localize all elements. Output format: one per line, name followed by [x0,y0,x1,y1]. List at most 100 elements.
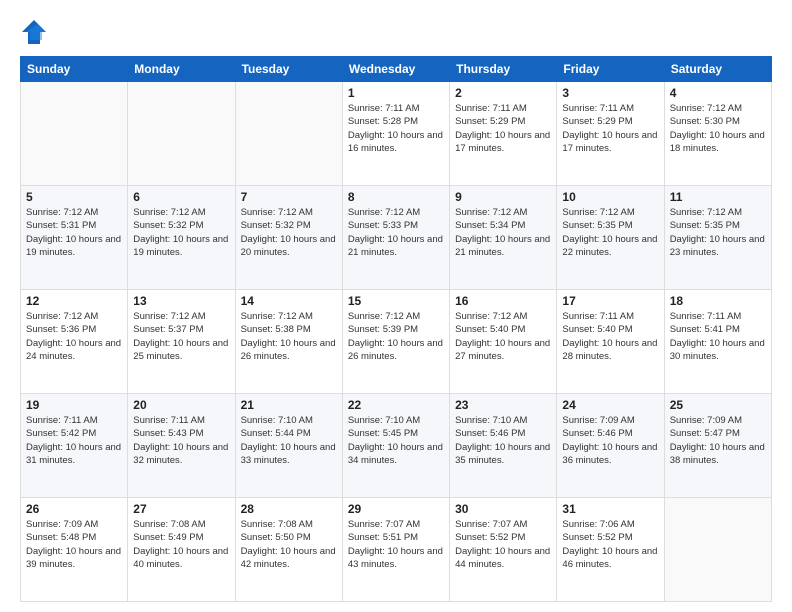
day-number: 5 [26,190,122,204]
day-cell-2: 2Sunrise: 7:11 AMSunset: 5:29 PMDaylight… [450,82,557,186]
day-cell-16: 16 Sunrise: 7:12 AMSunset: 5:40 PMDayligh… [450,290,557,394]
day-cell-4: 4Sunrise: 7:12 AMSunset: 5:30 PMDaylight… [664,82,771,186]
day-number: 4 [670,86,766,100]
week-row-4: 19 Sunrise: 7:11 AMSunset: 5:42 PMDayligh… [21,394,772,498]
day-cell-10: 10Sunrise: 7:12 AMSunset: 5:35 PMDayligh… [557,186,664,290]
day-cell-3: 3 Sunrise: 7:11 AMSunset: 5:29 PMDaylight… [557,82,664,186]
day-number: 30 [455,502,551,516]
weekday-header-wednesday: Wednesday [342,57,449,82]
weekday-header-saturday: Saturday [664,57,771,82]
day-number: 31 [562,502,658,516]
cell-content: Sunrise: 7:10 AMSunset: 5:44 PMDaylight:… [241,414,337,467]
day-number: 14 [241,294,337,308]
day-cell-24: 24Sunrise: 7:09 AMSunset: 5:46 PMDayligh… [557,394,664,498]
day-number: 20 [133,398,229,412]
day-number: 27 [133,502,229,516]
day-cell-19: 19 Sunrise: 7:11 AMSunset: 5:42 PMDayligh… [21,394,128,498]
day-number: 21 [241,398,337,412]
week-row-5: 26Sunrise: 7:09 AMSunset: 5:48 PMDayligh… [21,498,772,602]
weekday-header-friday: Friday [557,57,664,82]
day-cell-1: 1 Sunrise: 7:11 AMSunset: 5:28 PMDaylight… [342,82,449,186]
cell-content: Sunrise: 7:07 AMSunset: 5:52 PMDaylight:… [455,518,551,571]
day-number: 1 [348,86,444,100]
cell-content: Sunrise: 7:12 AMSunset: 5:33 PMDaylight:… [348,206,444,259]
day-number: 23 [455,398,551,412]
day-cell-7: 7 Sunrise: 7:12 AMSunset: 5:32 PMDaylight… [235,186,342,290]
cell-content: Sunrise: 7:11 AMSunset: 5:40 PMDaylight:… [562,310,658,363]
day-number: 12 [26,294,122,308]
day-cell-21: 21 Sunrise: 7:10 AMSunset: 5:44 PMDayligh… [235,394,342,498]
day-cell-15: 15 Sunrise: 7:12 AMSunset: 5:39 PMDayligh… [342,290,449,394]
day-cell-17: 17 Sunrise: 7:11 AMSunset: 5:40 PMDayligh… [557,290,664,394]
week-row-2: 5Sunrise: 7:12 AMSunset: 5:31 PMDaylight… [21,186,772,290]
header [20,18,772,46]
day-number: 18 [670,294,766,308]
day-cell-22: 22 Sunrise: 7:10 AMSunset: 5:45 PMDayligh… [342,394,449,498]
day-cell-26: 26Sunrise: 7:09 AMSunset: 5:48 PMDayligh… [21,498,128,602]
cell-content: Sunrise: 7:10 AMSunset: 5:45 PMDaylight:… [348,414,444,467]
day-cell-31: 31 Sunrise: 7:06 AMSunset: 5:52 PMDayligh… [557,498,664,602]
day-cell-20: 20 Sunrise: 7:11 AMSunset: 5:43 PMDayligh… [128,394,235,498]
day-number: 8 [348,190,444,204]
cell-content: Sunrise: 7:12 AMSunset: 5:35 PMDaylight:… [670,206,766,259]
day-number: 11 [670,190,766,204]
cell-content: Sunrise: 7:08 AMSunset: 5:50 PMDaylight:… [241,518,337,571]
cell-content: Sunrise: 7:12 AMSunset: 5:39 PMDaylight:… [348,310,444,363]
logo [20,18,52,46]
cell-content: Sunrise: 7:06 AMSunset: 5:52 PMDaylight:… [562,518,658,571]
day-cell-empty [128,82,235,186]
day-number: 26 [26,502,122,516]
cell-content: Sunrise: 7:11 AMSunset: 5:41 PMDaylight:… [670,310,766,363]
day-cell-8: 8 Sunrise: 7:12 AMSunset: 5:33 PMDaylight… [342,186,449,290]
day-cell-28: 28 Sunrise: 7:08 AMSunset: 5:50 PMDayligh… [235,498,342,602]
cell-content: Sunrise: 7:11 AMSunset: 5:42 PMDaylight:… [26,414,122,467]
cell-content: Sunrise: 7:11 AMSunset: 5:29 PMDaylight:… [562,102,658,155]
cell-content: Sunrise: 7:12 AMSunset: 5:32 PMDaylight:… [133,206,229,259]
day-number: 13 [133,294,229,308]
page: SundayMondayTuesdayWednesdayThursdayFrid… [0,0,792,612]
cell-content: Sunrise: 7:09 AMSunset: 5:47 PMDaylight:… [670,414,766,467]
day-number: 3 [562,86,658,100]
cell-content: Sunrise: 7:12 AMSunset: 5:38 PMDaylight:… [241,310,337,363]
cell-content: Sunrise: 7:12 AMSunset: 5:32 PMDaylight:… [241,206,337,259]
day-number: 25 [670,398,766,412]
cell-content: Sunrise: 7:10 AMSunset: 5:46 PMDaylight:… [455,414,551,467]
cell-content: Sunrise: 7:11 AMSunset: 5:43 PMDaylight:… [133,414,229,467]
day-number: 29 [348,502,444,516]
weekday-header-tuesday: Tuesday [235,57,342,82]
day-number: 19 [26,398,122,412]
day-number: 17 [562,294,658,308]
day-number: 7 [241,190,337,204]
weekday-header-thursday: Thursday [450,57,557,82]
day-number: 28 [241,502,337,516]
day-cell-12: 12 Sunrise: 7:12 AMSunset: 5:36 PMDayligh… [21,290,128,394]
cell-content: Sunrise: 7:08 AMSunset: 5:49 PMDaylight:… [133,518,229,571]
day-number: 24 [562,398,658,412]
day-cell-25: 25 Sunrise: 7:09 AMSunset: 5:47 PMDayligh… [664,394,771,498]
day-cell-11: 11 Sunrise: 7:12 AMSunset: 5:35 PMDayligh… [664,186,771,290]
day-cell-30: 30 Sunrise: 7:07 AMSunset: 5:52 PMDayligh… [450,498,557,602]
day-cell-6: 6 Sunrise: 7:12 AMSunset: 5:32 PMDaylight… [128,186,235,290]
day-cell-27: 27 Sunrise: 7:08 AMSunset: 5:49 PMDayligh… [128,498,235,602]
weekday-header-monday: Monday [128,57,235,82]
logo-icon [20,18,48,46]
week-row-1: 1 Sunrise: 7:11 AMSunset: 5:28 PMDaylight… [21,82,772,186]
cell-content: Sunrise: 7:12 AMSunset: 5:35 PMDaylight:… [562,206,658,259]
calendar-table: SundayMondayTuesdayWednesdayThursdayFrid… [20,56,772,602]
cell-content: Sunrise: 7:07 AMSunset: 5:51 PMDaylight:… [348,518,444,571]
cell-content: Sunrise: 7:11 AMSunset: 5:28 PMDaylight:… [348,102,444,155]
cell-content: Sunrise: 7:12 AMSunset: 5:36 PMDaylight:… [26,310,122,363]
day-number: 9 [455,190,551,204]
day-number: 16 [455,294,551,308]
cell-content: Sunrise: 7:12 AMSunset: 5:40 PMDaylight:… [455,310,551,363]
day-cell-23: 23 Sunrise: 7:10 AMSunset: 5:46 PMDayligh… [450,394,557,498]
day-cell-29: 29 Sunrise: 7:07 AMSunset: 5:51 PMDayligh… [342,498,449,602]
cell-content: Sunrise: 7:12 AMSunset: 5:34 PMDaylight:… [455,206,551,259]
cell-content: Sunrise: 7:12 AMSunset: 5:37 PMDaylight:… [133,310,229,363]
day-number: 15 [348,294,444,308]
day-number: 6 [133,190,229,204]
day-number: 22 [348,398,444,412]
day-cell-empty [21,82,128,186]
day-cell-14: 14 Sunrise: 7:12 AMSunset: 5:38 PMDayligh… [235,290,342,394]
day-cell-18: 18 Sunrise: 7:11 AMSunset: 5:41 PMDayligh… [664,290,771,394]
